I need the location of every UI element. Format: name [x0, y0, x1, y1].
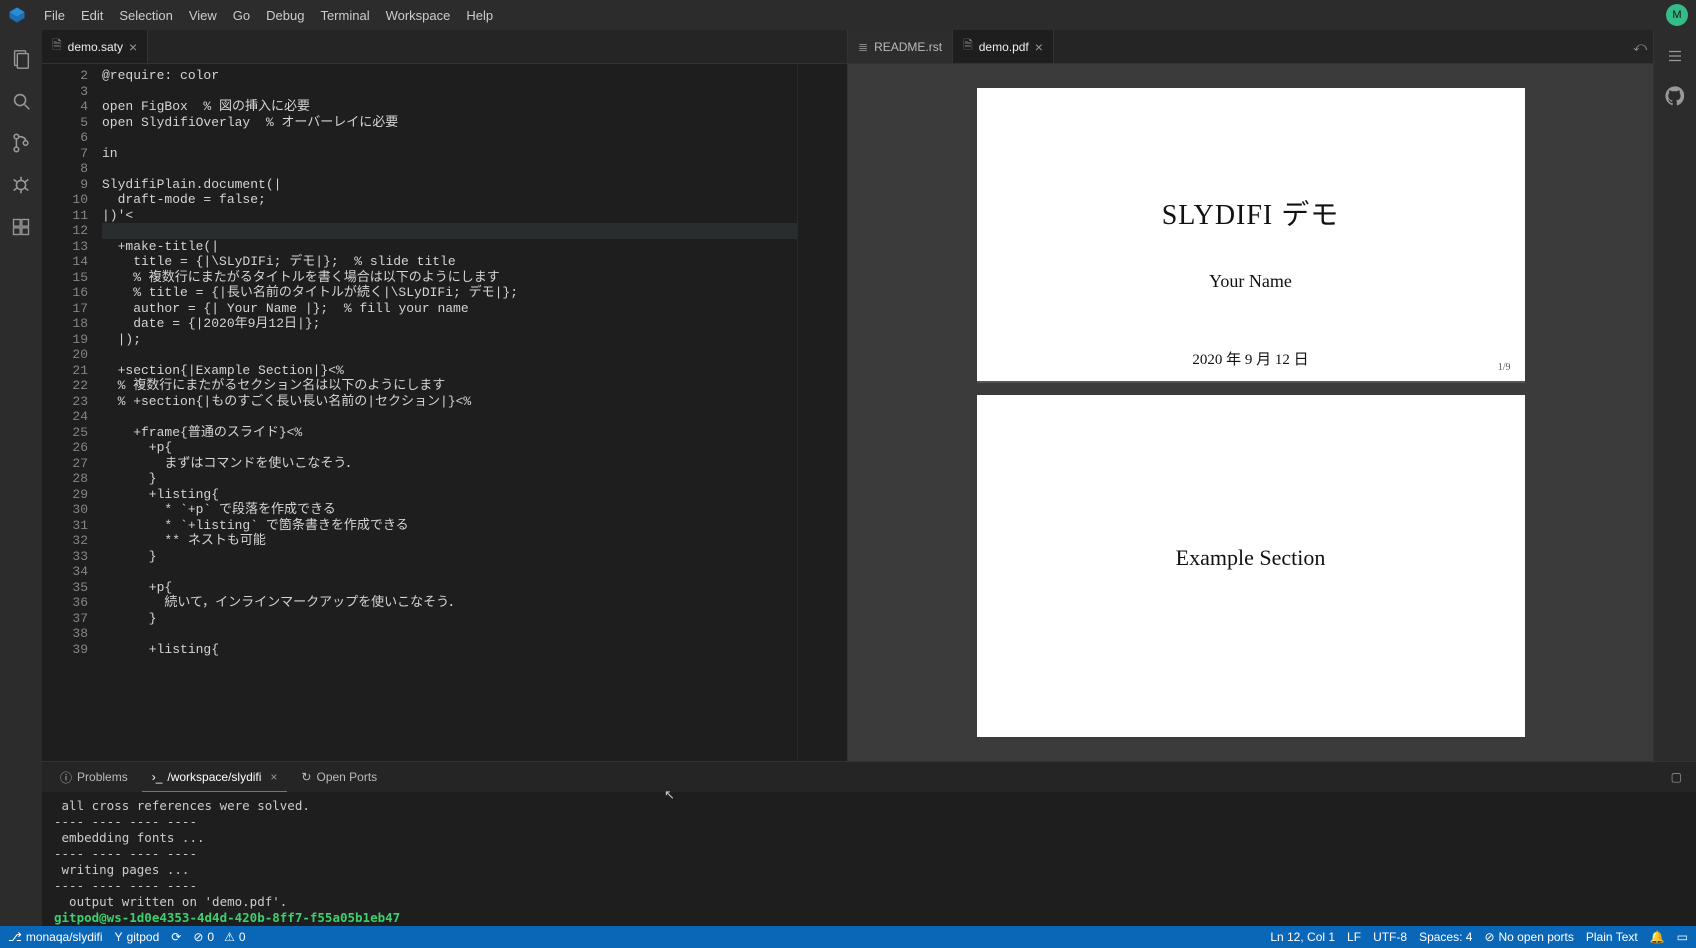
github-icon: ⎇	[8, 930, 22, 944]
menu-file[interactable]: File	[36, 8, 73, 23]
menubar: FileEditSelectionViewGoDebugTerminalWork…	[0, 0, 1696, 30]
tab-label: demo.saty	[68, 40, 123, 54]
bottom-panel: ⓘ Problems ›_ /workspace/slydifi × ↻ Ope…	[42, 761, 1696, 926]
status-branch-label: gitpod	[127, 930, 160, 944]
status-warnings: 0	[239, 930, 246, 944]
terminal-body[interactable]: all cross references were solved. ---- -…	[42, 792, 1696, 926]
error-icon: ⊘	[193, 930, 203, 944]
status-lncol[interactable]: Ln 12, Col 1	[1270, 930, 1335, 944]
pdf-page-number: 1/9	[1498, 362, 1511, 373]
tab-demo-saty[interactable]: 🗎 demo.saty ×	[42, 30, 148, 63]
sync-icon: ↻	[301, 770, 311, 784]
panel-tab-label: Problems	[77, 770, 128, 784]
tab-demo-pdf[interactable]: 🗎 demo.pdf ×	[953, 30, 1054, 63]
file-icon: 🗎	[52, 36, 62, 57]
panel-tab-label: Open Ports	[316, 770, 377, 784]
close-icon[interactable]: ×	[270, 770, 277, 784]
panel-tabs: ⓘ Problems ›_ /workspace/slydifi × ↻ Ope…	[42, 762, 1696, 792]
right-rail	[1654, 30, 1696, 761]
pdf-title: SLYDIFI デモ	[977, 193, 1525, 233]
terminal-icon: ›_	[152, 770, 163, 784]
pdf-author: Your Name	[977, 271, 1525, 292]
menu-edit[interactable]: Edit	[73, 8, 111, 23]
menu-items: FileEditSelectionViewGoDebugTerminalWork…	[36, 8, 501, 23]
info-icon: ⓘ	[60, 769, 72, 786]
ports-icon: ⊘	[1484, 930, 1494, 944]
menu-debug[interactable]: Debug	[258, 8, 312, 23]
status-errors: 0	[207, 930, 214, 944]
file-icon: ≣	[858, 40, 868, 54]
menu-view[interactable]: View	[181, 8, 225, 23]
revert-icon[interactable]: ⤺	[1633, 39, 1647, 55]
warning-icon: ⚠	[224, 930, 235, 944]
minimap[interactable]	[797, 64, 847, 761]
status-ports[interactable]: ⊘No open ports	[1484, 930, 1573, 944]
status-bar: ⎇ monaqa/slydifi Y gitpod ⟳ ⊘ 0 ⚠ 0 Ln 12,…	[0, 926, 1696, 948]
tab-label: demo.pdf	[979, 40, 1029, 54]
status-sync[interactable]: ⟳	[171, 930, 181, 944]
menu-workspace[interactable]: Workspace	[378, 8, 459, 23]
status-bell[interactable]: 🔔	[1650, 930, 1665, 944]
pdf-page-1: SLYDIFI デモ Your Name 2020 年 9 月 12 日 1/9	[977, 88, 1525, 383]
tab-label: README.rst	[874, 40, 942, 54]
status-language[interactable]: Plain Text	[1586, 930, 1638, 944]
debug-icon[interactable]	[0, 164, 42, 206]
editor-tabbar-left: 🗎 demo.saty ×	[42, 30, 847, 64]
code-area[interactable]: @require: coloropen FigBox % 図の挿入に必要open…	[102, 64, 797, 761]
menu-help[interactable]: Help	[458, 8, 501, 23]
pdf-section-title: Example Section	[977, 545, 1525, 571]
status-repo-label: monaqa/slydifi	[26, 930, 103, 944]
status-branch[interactable]: Y gitpod	[115, 930, 160, 944]
panel-maximize-icon[interactable]: ▢	[1665, 770, 1688, 784]
line-gutter: 2345678910111213141516171819202122232425…	[42, 64, 102, 761]
user-avatar[interactable]: M	[1666, 4, 1688, 26]
panel-tab-ports[interactable]: ↻ Open Ports	[291, 762, 387, 792]
status-spaces[interactable]: Spaces: 4	[1419, 930, 1472, 944]
pdf-date: 2020 年 9 月 12 日	[977, 348, 1525, 369]
status-repo[interactable]: ⎇ monaqa/slydifi	[8, 930, 103, 944]
panel-tab-label: /workspace/slydifi	[167, 770, 261, 784]
status-layout[interactable]: ▭	[1677, 930, 1688, 944]
pdf-preview[interactable]: SLYDIFI デモ Your Name 2020 年 9 月 12 日 1/9…	[848, 64, 1653, 761]
editor-tabbar-right: ≣ README.rst 🗎 demo.pdf × ⤺	[848, 30, 1653, 64]
status-lf[interactable]: LF	[1347, 930, 1361, 944]
sync-icon: ⟳	[171, 930, 181, 944]
branch-icon: Y	[115, 930, 123, 944]
pdf-page-2: Example Section	[977, 395, 1525, 737]
outline-icon[interactable]	[1654, 36, 1696, 76]
status-problems[interactable]: ⊘ 0 ⚠ 0	[193, 930, 245, 944]
menu-terminal[interactable]: Terminal	[312, 8, 377, 23]
app-logo	[8, 6, 26, 24]
panel-tab-problems[interactable]: ⓘ Problems	[50, 762, 138, 792]
explorer-icon[interactable]	[0, 38, 42, 80]
panel-tab-terminal[interactable]: ›_ /workspace/slydifi ×	[142, 762, 288, 792]
status-encoding[interactable]: UTF-8	[1373, 930, 1407, 944]
editor-body[interactable]: 2345678910111213141516171819202122232425…	[42, 64, 847, 761]
file-icon: 🗎	[963, 36, 973, 57]
source-control-icon[interactable]	[0, 122, 42, 164]
github-icon[interactable]	[1654, 76, 1696, 116]
tab-readme[interactable]: ≣ README.rst	[848, 30, 953, 63]
menu-selection[interactable]: Selection	[111, 8, 180, 23]
close-icon[interactable]: ×	[1035, 39, 1043, 55]
activity-bar	[0, 30, 42, 926]
extensions-icon[interactable]	[0, 206, 42, 248]
layout-icon: ▭	[1677, 930, 1688, 944]
bell-icon: 🔔	[1650, 930, 1665, 944]
close-icon[interactable]: ×	[129, 39, 137, 55]
search-icon[interactable]	[0, 80, 42, 122]
menu-go[interactable]: Go	[225, 8, 258, 23]
